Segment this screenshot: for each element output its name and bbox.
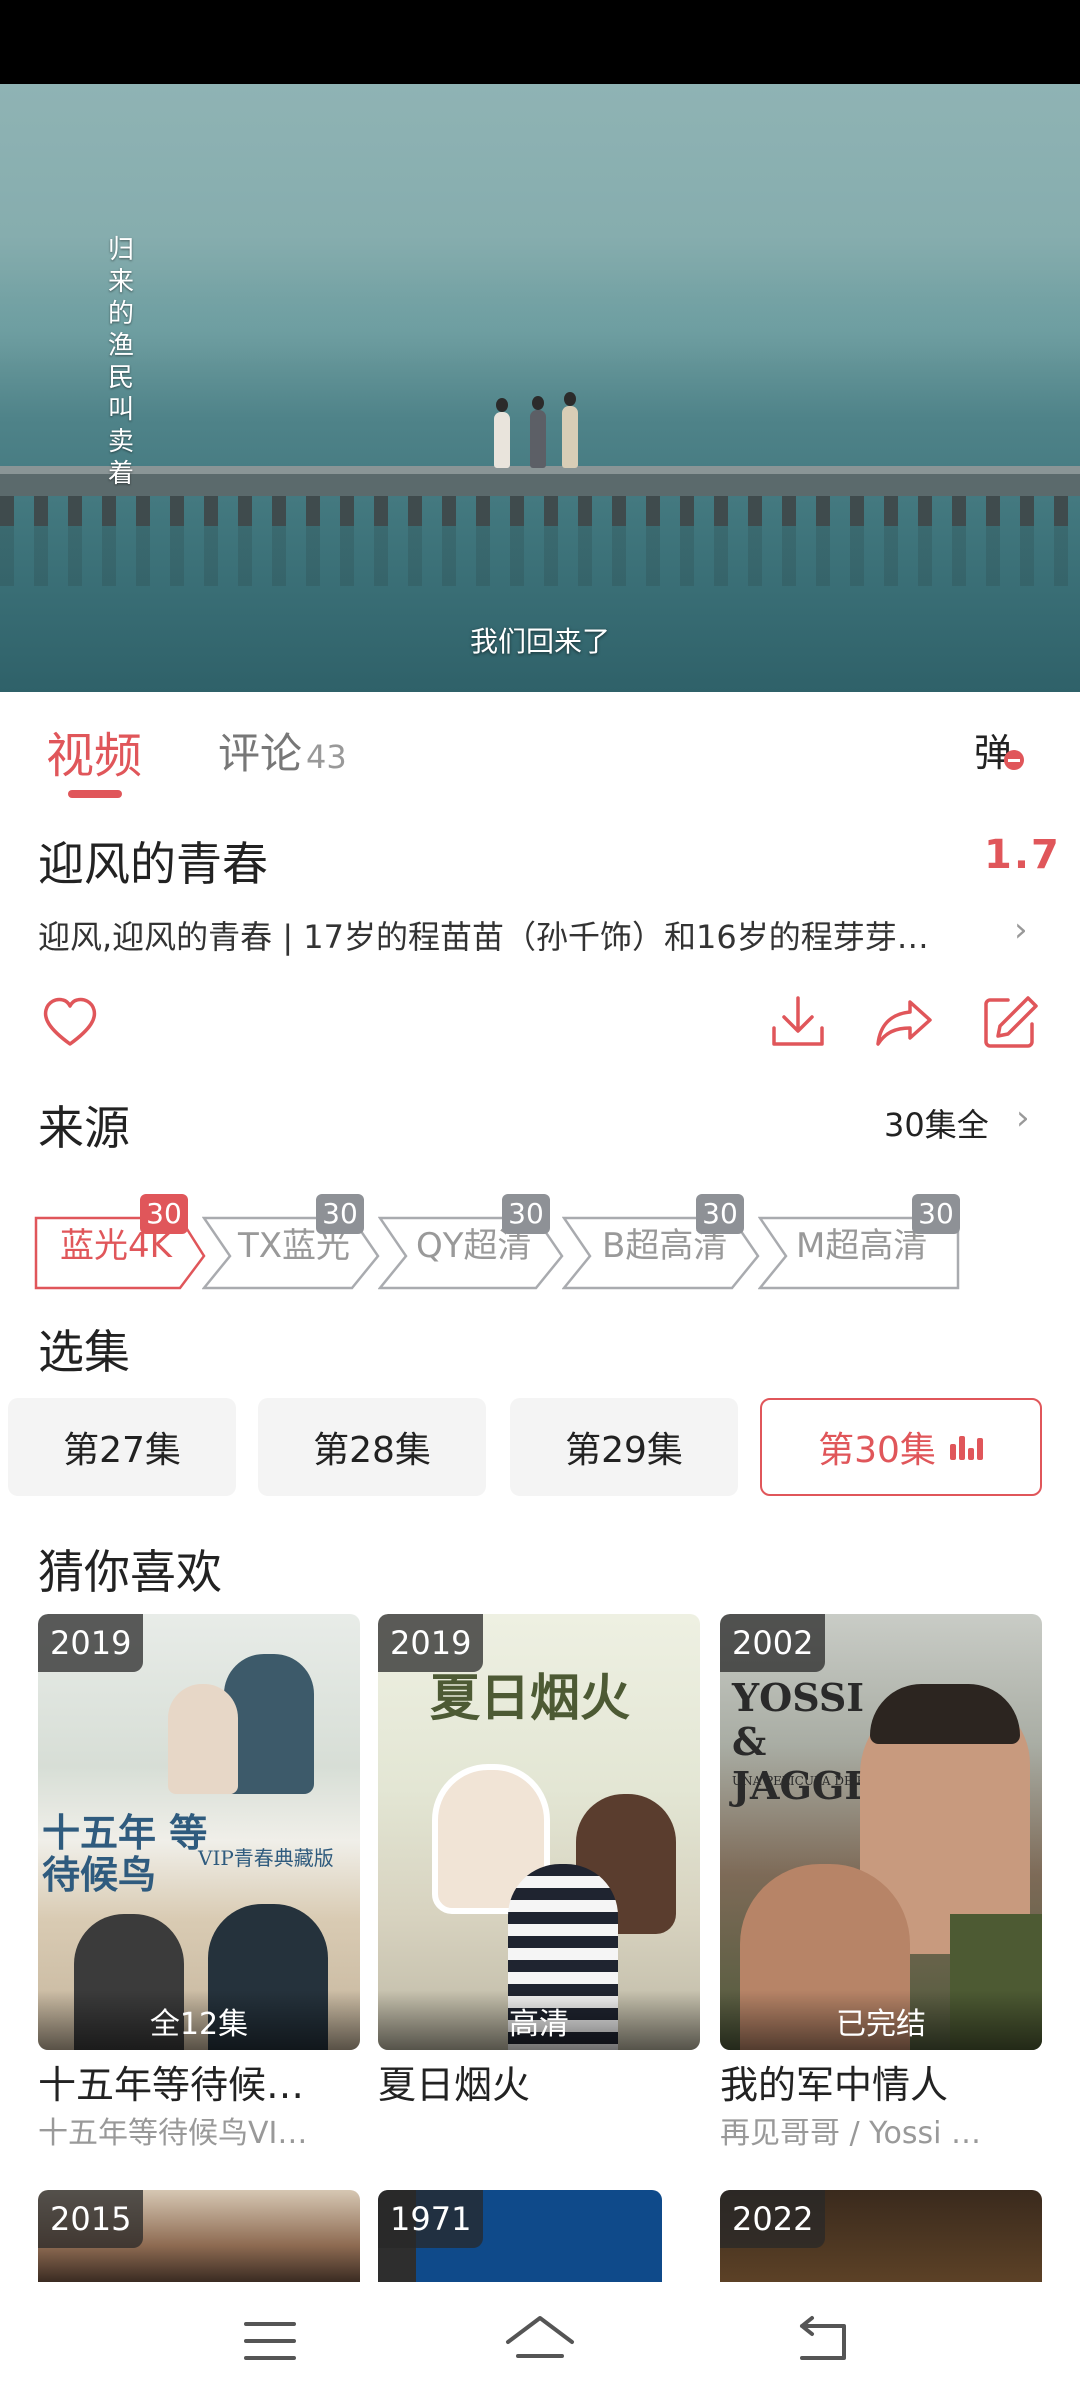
sea-haze (0, 274, 1080, 364)
poster-image: 十五年 等待候鸟 VIP青春典藏版 2019 全12集 (38, 1614, 360, 2050)
poster-figure (168, 1684, 238, 1794)
back-icon[interactable] (782, 2306, 862, 2376)
chevron-right-icon[interactable]: › (1016, 1098, 1030, 1138)
source-item[interactable]: QY超清 30 (378, 1194, 566, 1290)
year-badge: 2022 (720, 2190, 826, 2248)
menu-icon[interactable] (230, 2306, 310, 2376)
home-icon[interactable] (500, 2306, 580, 2376)
recommendation-card[interactable]: 2022 (720, 2190, 1042, 2282)
episode-label: 第30集 (818, 1430, 936, 1471)
source-item[interactable]: 蓝光4K 30 (34, 1194, 206, 1290)
edit-icon[interactable] (978, 990, 1042, 1054)
episode-label: 第28集 (313, 1430, 431, 1471)
episode-button[interactable]: 第28集 (258, 1398, 486, 1496)
card-title: 夏日烟火 (378, 2063, 531, 2107)
source-label: M超高清 (796, 1226, 928, 1266)
danmaku-off-icon (1004, 750, 1024, 770)
pier-reflection (0, 526, 1080, 586)
source-item[interactable]: TX蓝光 30 (202, 1194, 382, 1290)
tab-comments-label: 评论 (218, 729, 303, 778)
poster-image: 夏日烟火 2019 高清 (378, 1614, 700, 2050)
all-episodes-link[interactable]: 30集全 (884, 1100, 989, 1146)
year-badge: 2019 (38, 1614, 144, 1672)
tab-video[interactable]: 视频 (46, 716, 142, 786)
poster-image: 2015 (38, 2190, 360, 2282)
year-badge: 2002 (720, 1614, 826, 1672)
source-count-badge: 30 (696, 1194, 744, 1234)
recommendation-card[interactable]: 1971 (378, 2190, 700, 2282)
recommendation-card[interactable]: YOSSI & JAGGER UNA PELICULA DE EYTAN FOX… (720, 1614, 1042, 2154)
video-subtitle: 我们回来了 (469, 625, 610, 658)
pier-pillars (0, 496, 1080, 526)
card-subtitle: 十五年等待候鸟VI… (38, 2116, 308, 2151)
year-badge: 2019 (378, 1614, 484, 1672)
episode-status: 高清 (378, 1990, 700, 2050)
source-count-badge: 30 (140, 1194, 188, 1234)
poster-image: YOSSI & JAGGER UNA PELICULA DE EYTAN FOX… (720, 1614, 1042, 2050)
heart-icon[interactable] (38, 990, 102, 1054)
poster-image: 1971 (378, 2190, 662, 2282)
episode-status: 已完结 (720, 1990, 1042, 2050)
recommendation-card[interactable]: 夏日烟火 2019 高清 夏日烟火 (378, 1614, 700, 2154)
figure-right (562, 392, 578, 468)
figure-left (494, 398, 510, 468)
episode-status: 全12集 (38, 1990, 360, 2050)
source-item[interactable]: M超高清 30 (758, 1194, 962, 1290)
poster-title-text: YOSSI & JAGGER (732, 1675, 905, 1808)
card-subtitle: 再见哥哥 / Yossi … (720, 2116, 982, 2151)
show-title: 迎风的青春 (38, 837, 268, 891)
download-icon[interactable] (766, 990, 830, 1054)
danmaku-toggle-button[interactable]: 弹 (974, 722, 1024, 775)
year-badge: 1971 (378, 2190, 484, 2248)
year-badge: 2015 (38, 2190, 144, 2248)
source-list: 蓝光4K 30 TX蓝光 30 QY超清 30 B超高清 30 M超高清 30 (0, 1170, 1080, 1300)
sources-title: 来源 (38, 1101, 130, 1155)
source-count-badge: 30 (502, 1194, 550, 1234)
poster-image: 2022 (720, 2190, 1042, 2282)
episode-button[interactable]: 第29集 (510, 1398, 738, 1496)
status-bar (0, 0, 1080, 84)
share-icon[interactable] (872, 990, 936, 1054)
detail-tabs: 视频 评论 43 弹 (0, 692, 1080, 802)
figure-middle (530, 396, 546, 468)
video-player[interactable]: 归 来 的 渔 民 叫 卖 着 我们回来了 (0, 84, 1080, 692)
now-playing-icon (949, 1434, 984, 1460)
recommendations-title: 猜你喜欢 (38, 1545, 222, 1599)
source-count-badge: 30 (316, 1194, 364, 1234)
episode-button-current[interactable]: 第30集 (760, 1398, 1042, 1496)
poster-hair (870, 1684, 1020, 1744)
episode-button[interactable]: 第27集 (8, 1398, 236, 1496)
episodes-title: 选集 (38, 1325, 130, 1379)
show-description[interactable]: 迎风,迎风的青春 | 17岁的程苗苗（孙千饰）和16岁的程芽芽… (38, 912, 998, 958)
recommendation-card[interactable]: 2015 (38, 2190, 360, 2282)
tab-active-indicator (68, 790, 122, 798)
vertical-caption: 归 来 的 渔 民 叫 卖 着 (107, 235, 134, 489)
recommendation-card[interactable]: 十五年 等待候鸟 VIP青春典藏版 2019 全12集 十五年等待候… 十五年等… (38, 1614, 360, 2154)
system-navigation-bar (0, 2282, 1080, 2408)
card-title: 我的军中情人 (720, 2063, 949, 2107)
source-count-badge: 30 (912, 1194, 960, 1234)
episode-label: 第29集 (565, 1430, 683, 1471)
comments-count: 43 (306, 738, 347, 776)
tab-comments[interactable]: 评论 43 (218, 720, 347, 781)
source-item[interactable]: B超高清 30 (562, 1194, 762, 1290)
poster-tag-text: VIP青春典藏版 (198, 1846, 334, 1870)
chevron-right-icon[interactable]: › (1014, 910, 1028, 950)
card-title: 十五年等待候… (38, 2063, 305, 2107)
show-score: 1.7 (984, 832, 1061, 878)
pier (0, 474, 1080, 496)
episode-label: 第27集 (63, 1430, 181, 1471)
